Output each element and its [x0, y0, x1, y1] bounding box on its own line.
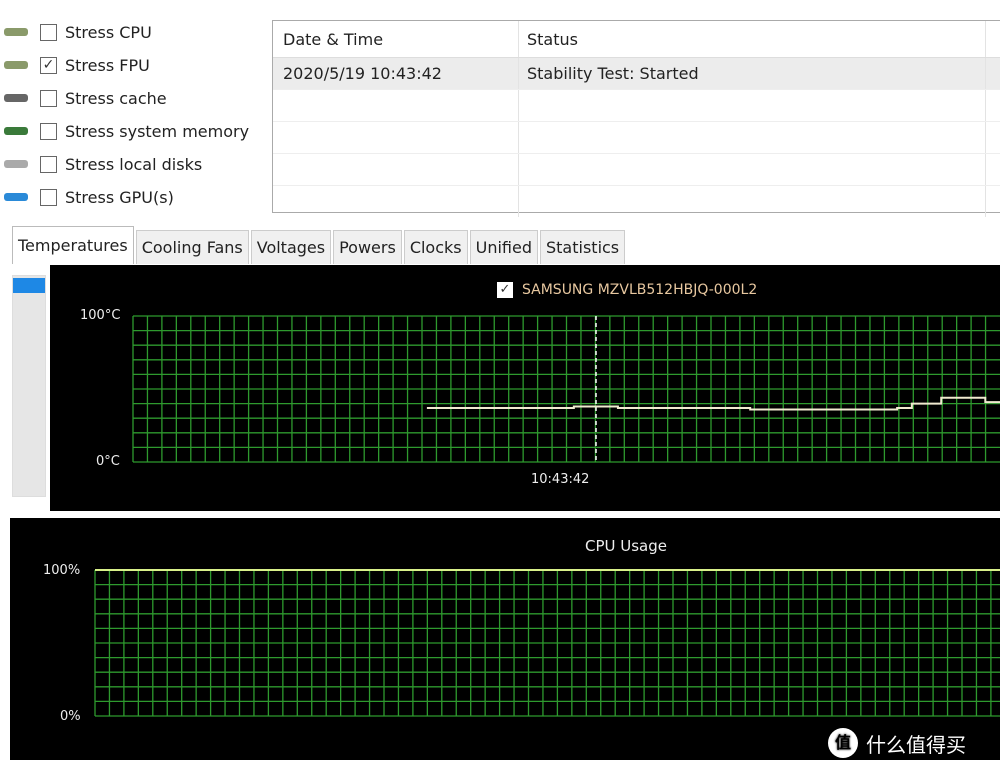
- tab-unified[interactable]: Unified: [469, 230, 538, 264]
- stress-checkbox[interactable]: [40, 23, 57, 41]
- tab-voltages[interactable]: Voltages: [250, 230, 332, 264]
- legend-item[interactable]: ✓ SAMSUNG MZVLB512HBJQ-000L2: [497, 282, 757, 298]
- stress-option-label: Stress GPU(s): [65, 187, 174, 207]
- stress-option[interactable]: Stress system memory: [0, 116, 249, 146]
- log-row-empty: [273, 186, 1000, 217]
- column-header-status[interactable]: Status: [519, 21, 986, 57]
- tab-statistics[interactable]: Statistics: [540, 230, 626, 264]
- stress-checkbox[interactable]: [40, 188, 57, 206]
- log-table: Date & Time Status 2020/5/19 10:43:42 St…: [272, 20, 1000, 217]
- legend-label: SAMSUNG MZVLB512HBJQ-000L2: [522, 282, 758, 298]
- cpu-usage-graph-canvas: [94, 569, 1000, 717]
- y-tick-top: 100%: [43, 563, 81, 578]
- watermark-text: 什么值得买: [866, 732, 966, 757]
- stress-checkbox[interactable]: [40, 155, 57, 173]
- cpu-graph-title: CPU Usage: [585, 537, 668, 555]
- tab-temperatures[interactable]: Temperatures: [12, 226, 134, 264]
- log-datetime: 2020/5/19 10:43:42: [273, 58, 519, 89]
- temperature-graph-canvas: [132, 315, 1000, 463]
- disk-icon: [4, 156, 32, 172]
- fpu-icon: [4, 57, 32, 73]
- stress-checkbox[interactable]: [40, 89, 57, 107]
- log-row-empty: [273, 90, 1000, 122]
- cache-icon: [4, 90, 32, 106]
- stress-option[interactable]: Stress CPU: [0, 17, 152, 47]
- column-header-datetime[interactable]: Date & Time: [273, 21, 519, 57]
- log-row[interactable]: 2020/5/19 10:43:42 Stability Test: Start…: [273, 58, 1000, 90]
- stress-option[interactable]: Stress GPU(s): [0, 182, 174, 212]
- tab-powers[interactable]: Powers: [333, 230, 402, 264]
- slider-thumb[interactable]: [13, 278, 45, 293]
- stress-option[interactable]: Stress cache: [0, 83, 167, 113]
- cpu-usage-graph: CPU Usage 100% 0%: [10, 518, 1000, 760]
- y-tick-bottom: 0°C: [96, 454, 120, 469]
- stress-option[interactable]: Stress local disks: [0, 149, 202, 179]
- stress-checkbox[interactable]: [40, 122, 57, 140]
- tab-bar: Temperatures Cooling Fans Voltages Powers Cl…: [12, 226, 627, 264]
- stress-option-label: Stress FPU: [65, 55, 150, 75]
- stress-option-label: Stress local disks: [65, 154, 203, 174]
- stress-option[interactable]: ✓ Stress FPU: [0, 50, 150, 80]
- stress-option-label: Stress system memory: [65, 121, 250, 141]
- y-tick-top: 100°C: [80, 308, 121, 323]
- stress-option-label: Stress cache: [65, 88, 167, 108]
- log-header: Date & Time Status: [273, 21, 1000, 58]
- gpu-icon: [4, 189, 32, 205]
- tab-clocks[interactable]: Clocks: [403, 230, 468, 264]
- graph-slider[interactable]: [12, 275, 46, 497]
- stress-checkbox[interactable]: ✓: [40, 56, 57, 74]
- log-status: Stability Test: Started: [519, 58, 986, 89]
- log-row-empty: [273, 154, 1000, 186]
- legend-checkbox[interactable]: ✓: [497, 282, 513, 298]
- memory-icon: [4, 123, 32, 139]
- y-tick-bottom: 0%: [60, 709, 81, 724]
- cpu-icon: [4, 24, 32, 40]
- watermark-logo-icon: 值: [828, 728, 858, 758]
- stress-option-label: Stress CPU: [65, 22, 152, 42]
- watermark: 值 什么值得买: [828, 728, 966, 758]
- tab-cooling-fans[interactable]: Cooling Fans: [135, 230, 249, 264]
- log-row-empty: [273, 122, 1000, 154]
- temperature-graph: ✓ SAMSUNG MZVLB512HBJQ-000L2 100°C 0°C 1…: [50, 265, 1000, 511]
- time-marker-label: 10:43:42: [531, 472, 590, 487]
